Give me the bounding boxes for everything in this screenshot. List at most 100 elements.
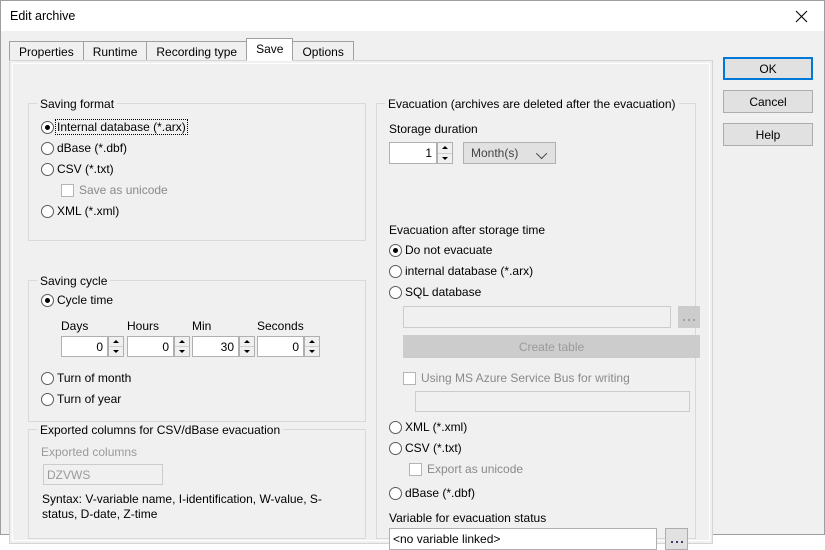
radio-indicator — [389, 486, 402, 500]
tab-save[interactable]: Save — [246, 38, 294, 61]
tab-runtime[interactable]: Runtime — [82, 41, 148, 61]
checkbox-save-as-unicode[interactable]: Save as unicode — [61, 183, 168, 197]
radio-sql-database[interactable]: SQL database — [389, 285, 481, 299]
saving-format-group: Saving format Internal database (*.arx) … — [28, 97, 366, 241]
tab-label: Properties — [19, 45, 74, 59]
radio-label: XML (*.xml) — [57, 204, 120, 218]
input-sql-path[interactable] — [403, 306, 671, 328]
spinner-down-icon[interactable] — [305, 347, 319, 356]
help-button-label: Help — [755, 127, 781, 142]
tab-label: Recording type — [156, 45, 238, 59]
radio-label: Cycle time — [57, 293, 114, 307]
spinner-seconds[interactable] — [304, 336, 320, 357]
spinner-up-icon[interactable] — [240, 337, 254, 347]
radio-label: dBase (*.dbf) — [405, 486, 476, 500]
label-exported-columns: Exported columns — [41, 445, 138, 459]
help-button[interactable]: Help — [723, 123, 813, 146]
variable-browse-button[interactable] — [665, 528, 688, 550]
window-title: Edit archive — [10, 9, 76, 23]
spinner-down-icon[interactable] — [438, 154, 452, 164]
ok-button[interactable]: OK — [723, 57, 813, 80]
radio-indicator — [389, 285, 402, 299]
input-azure-connection[interactable] — [415, 391, 690, 412]
edit-archive-dialog: Edit archive Properties Runtime Recordin… — [0, 0, 825, 550]
spinner-up-icon[interactable] — [438, 143, 452, 154]
checkbox-indicator — [409, 462, 422, 476]
spinner-down-icon[interactable] — [109, 347, 123, 356]
label-min: Min — [192, 319, 212, 333]
select-storage-unit[interactable]: Month(s) — [463, 142, 556, 164]
input-hours[interactable]: 0 — [127, 336, 174, 357]
tab-label: Options — [302, 45, 344, 59]
radio-indicator — [41, 204, 54, 218]
syntax-hint: Syntax: V-variable name, I-identificatio… — [42, 492, 322, 521]
tab-recording-type[interactable]: Recording type — [146, 41, 248, 61]
radio-csv[interactable]: CSV (*.txt) — [41, 162, 114, 176]
radio-indicator — [41, 162, 54, 176]
cancel-button-label: Cancel — [749, 94, 787, 109]
saving-format-legend: Saving format — [37, 97, 118, 111]
radio-xml-evac[interactable]: XML (*.xml) — [389, 420, 467, 434]
input-exported-columns[interactable]: DZVWS — [43, 464, 163, 485]
label-evacuation-after-storage: Evacuation after storage time — [389, 223, 546, 237]
input-days[interactable]: 0 — [61, 336, 108, 357]
ok-button-label: OK — [759, 61, 777, 76]
radio-label: CSV (*.txt) — [405, 441, 462, 455]
radio-internal-database-evac[interactable]: internal database (*.arx) — [389, 264, 533, 278]
checkbox-indicator — [61, 183, 74, 197]
radio-xml[interactable]: XML (*.xml) — [41, 204, 119, 218]
radio-internal-database[interactable]: Internal database (*.arx) — [41, 119, 188, 135]
radio-dbase[interactable]: dBase (*.dbf) — [41, 141, 127, 155]
create-table-label: Create table — [518, 339, 585, 354]
spinner-up-icon[interactable] — [109, 337, 123, 347]
radio-indicator — [41, 371, 54, 385]
checkbox-azure-service-bus[interactable]: Using MS Azure Service Bus for writing — [403, 371, 630, 385]
label-seconds: Seconds — [257, 319, 304, 333]
spinner-storage-duration[interactable] — [437, 142, 453, 164]
spinner-min[interactable] — [239, 336, 255, 357]
tab-properties[interactable]: Properties — [9, 41, 84, 61]
evacuation-legend: Evacuation (archives are deleted after t… — [385, 97, 679, 111]
spinner-up-icon[interactable] — [305, 337, 319, 347]
chevron-down-icon — [535, 147, 548, 160]
radio-label: dBase (*.dbf) — [57, 141, 128, 155]
radio-label: internal database (*.arx) — [405, 264, 534, 278]
close-icon[interactable] — [778, 1, 824, 31]
radio-turn-of-month[interactable]: Turn of month — [41, 371, 131, 385]
saving-cycle-legend: Saving cycle — [37, 274, 111, 288]
ellipsis-icon — [670, 532, 683, 543]
saving-cycle-group: Saving cycle Cycle time Days 0 Hours 0 M… — [28, 274, 366, 422]
label-hours: Hours — [127, 319, 160, 333]
create-table-button[interactable]: Create table — [403, 335, 700, 358]
tab-options[interactable]: Options — [292, 41, 354, 61]
sql-browse-button[interactable] — [678, 306, 700, 328]
radio-indicator — [389, 441, 402, 455]
radio-csv-evac[interactable]: CSV (*.txt) — [389, 441, 462, 455]
evacuation-group: Evacuation (archives are deleted after t… — [376, 97, 700, 550]
radio-indicator — [389, 243, 402, 257]
spinner-down-icon[interactable] — [240, 347, 254, 356]
input-min[interactable]: 30 — [192, 336, 239, 357]
input-variable-evacuation-status[interactable]: <no variable linked> — [389, 528, 657, 550]
label-variable-evacuation-status: Variable for evacuation status — [389, 511, 547, 525]
radio-dbase-evac[interactable]: dBase (*.dbf) — [389, 486, 475, 500]
checkbox-indicator — [403, 371, 416, 385]
checkbox-export-as-unicode[interactable]: Export as unicode — [409, 462, 523, 476]
checkbox-label: Export as unicode — [427, 462, 524, 476]
spinner-days[interactable] — [108, 336, 124, 357]
cancel-button[interactable]: Cancel — [723, 90, 813, 113]
radio-label: Turn of year — [57, 392, 122, 406]
radio-label: CSV (*.txt) — [57, 162, 114, 176]
tab-label: Runtime — [92, 45, 138, 59]
spinner-down-icon[interactable] — [175, 347, 189, 356]
input-storage-duration[interactable]: 1 — [389, 142, 437, 164]
spinner-hours[interactable] — [174, 336, 190, 357]
ellipsis-icon — [683, 310, 695, 321]
input-seconds[interactable]: 0 — [257, 336, 304, 357]
radio-indicator — [389, 420, 402, 434]
radio-do-not-evacuate[interactable]: Do not evacuate — [389, 243, 492, 257]
radio-turn-of-year[interactable]: Turn of year — [41, 392, 121, 406]
spinner-up-icon[interactable] — [175, 337, 189, 347]
tab-label: Save — [256, 42, 284, 56]
radio-cycle-time[interactable]: Cycle time — [41, 293, 113, 307]
